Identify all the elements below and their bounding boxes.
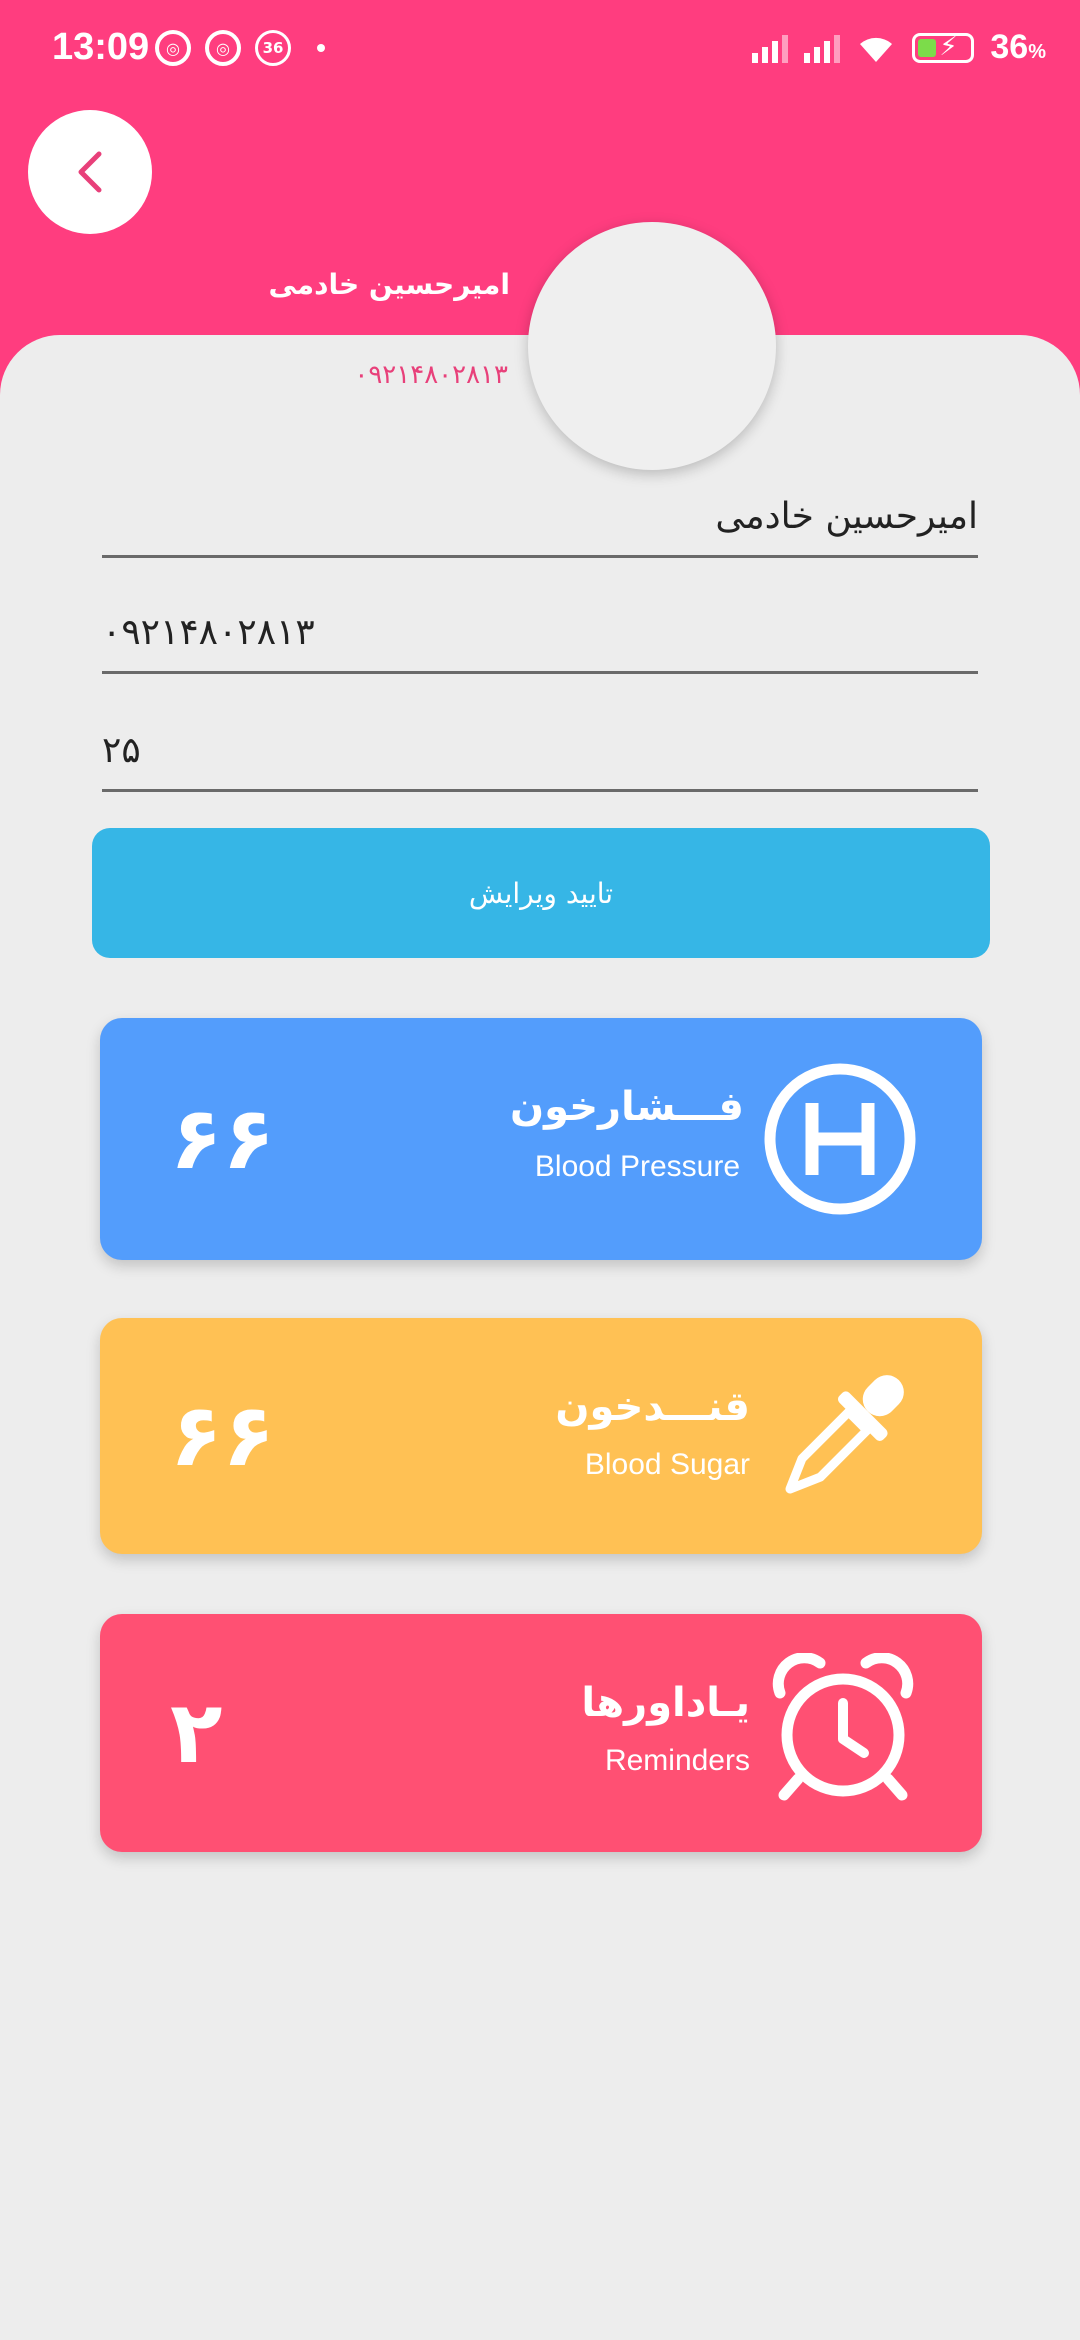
battery-icon: ⚡	[912, 32, 975, 63]
header-user-name: امیرحسین خادمی	[268, 268, 510, 301]
status-time: 13:09	[52, 26, 150, 68]
reminders-title-en: Reminders	[604, 1744, 750, 1777]
app-notification-icon: ◎	[155, 30, 191, 66]
age-input[interactable]	[102, 712, 978, 789]
hospital-h-icon	[764, 1063, 916, 1215]
app-notification-icon: ◎	[205, 30, 241, 66]
signal-strength-icon	[804, 33, 841, 63]
notification-icons: ◎ ◎ 36	[155, 30, 325, 66]
blood-sugar-title-en: Blood Sugar	[584, 1448, 750, 1481]
age-field[interactable]	[102, 712, 978, 792]
system-icons: ⚡ 36%	[752, 28, 1046, 67]
battery-level: 36%	[990, 28, 1046, 66]
phone-field[interactable]	[102, 594, 978, 674]
reminders-card[interactable]: ۲ یـاداورها Reminders	[100, 1614, 982, 1852]
header-user-phone: ۰۹۲۱۴۸۰۲۸۱۳	[354, 360, 508, 390]
blood-sugar-card[interactable]: ۶۶ قنـــدخون Blood Sugar	[100, 1318, 982, 1554]
name-input[interactable]	[102, 478, 978, 555]
blood-sugar-value: ۶۶	[170, 1386, 275, 1486]
wifi-icon	[860, 37, 893, 62]
dropper-icon	[785, 1375, 904, 1494]
name-field[interactable]	[102, 478, 978, 558]
alarm-clock-icon	[772, 1653, 914, 1801]
reminders-count: ۲	[170, 1683, 223, 1783]
notification-count-badge: 36	[255, 30, 291, 66]
avatar[interactable]	[528, 222, 776, 470]
more-notifications-dot	[317, 44, 325, 52]
confirm-edit-button[interactable]: تایید ویرایش	[92, 828, 990, 958]
signal-strength-icon	[752, 33, 789, 63]
blood-sugar-title-fa: قنـــدخون	[555, 1384, 750, 1430]
back-button[interactable]	[28, 110, 152, 234]
blood-pressure-value: ۶۶	[170, 1089, 275, 1189]
status-bar: 13:09 ◎ ◎ 36 ⚡ 36%	[0, 0, 1080, 100]
blood-pressure-title-en: Blood Pressure	[534, 1150, 740, 1183]
reminders-title-fa: یـاداورها	[581, 1680, 750, 1726]
phone-input[interactable]	[102, 594, 978, 671]
blood-pressure-title-fa: فـــشارخون	[509, 1084, 744, 1130]
chevron-left-icon	[78, 151, 102, 193]
blood-pressure-card[interactable]: ۶۶ فـــشارخون Blood Pressure	[100, 1018, 982, 1260]
